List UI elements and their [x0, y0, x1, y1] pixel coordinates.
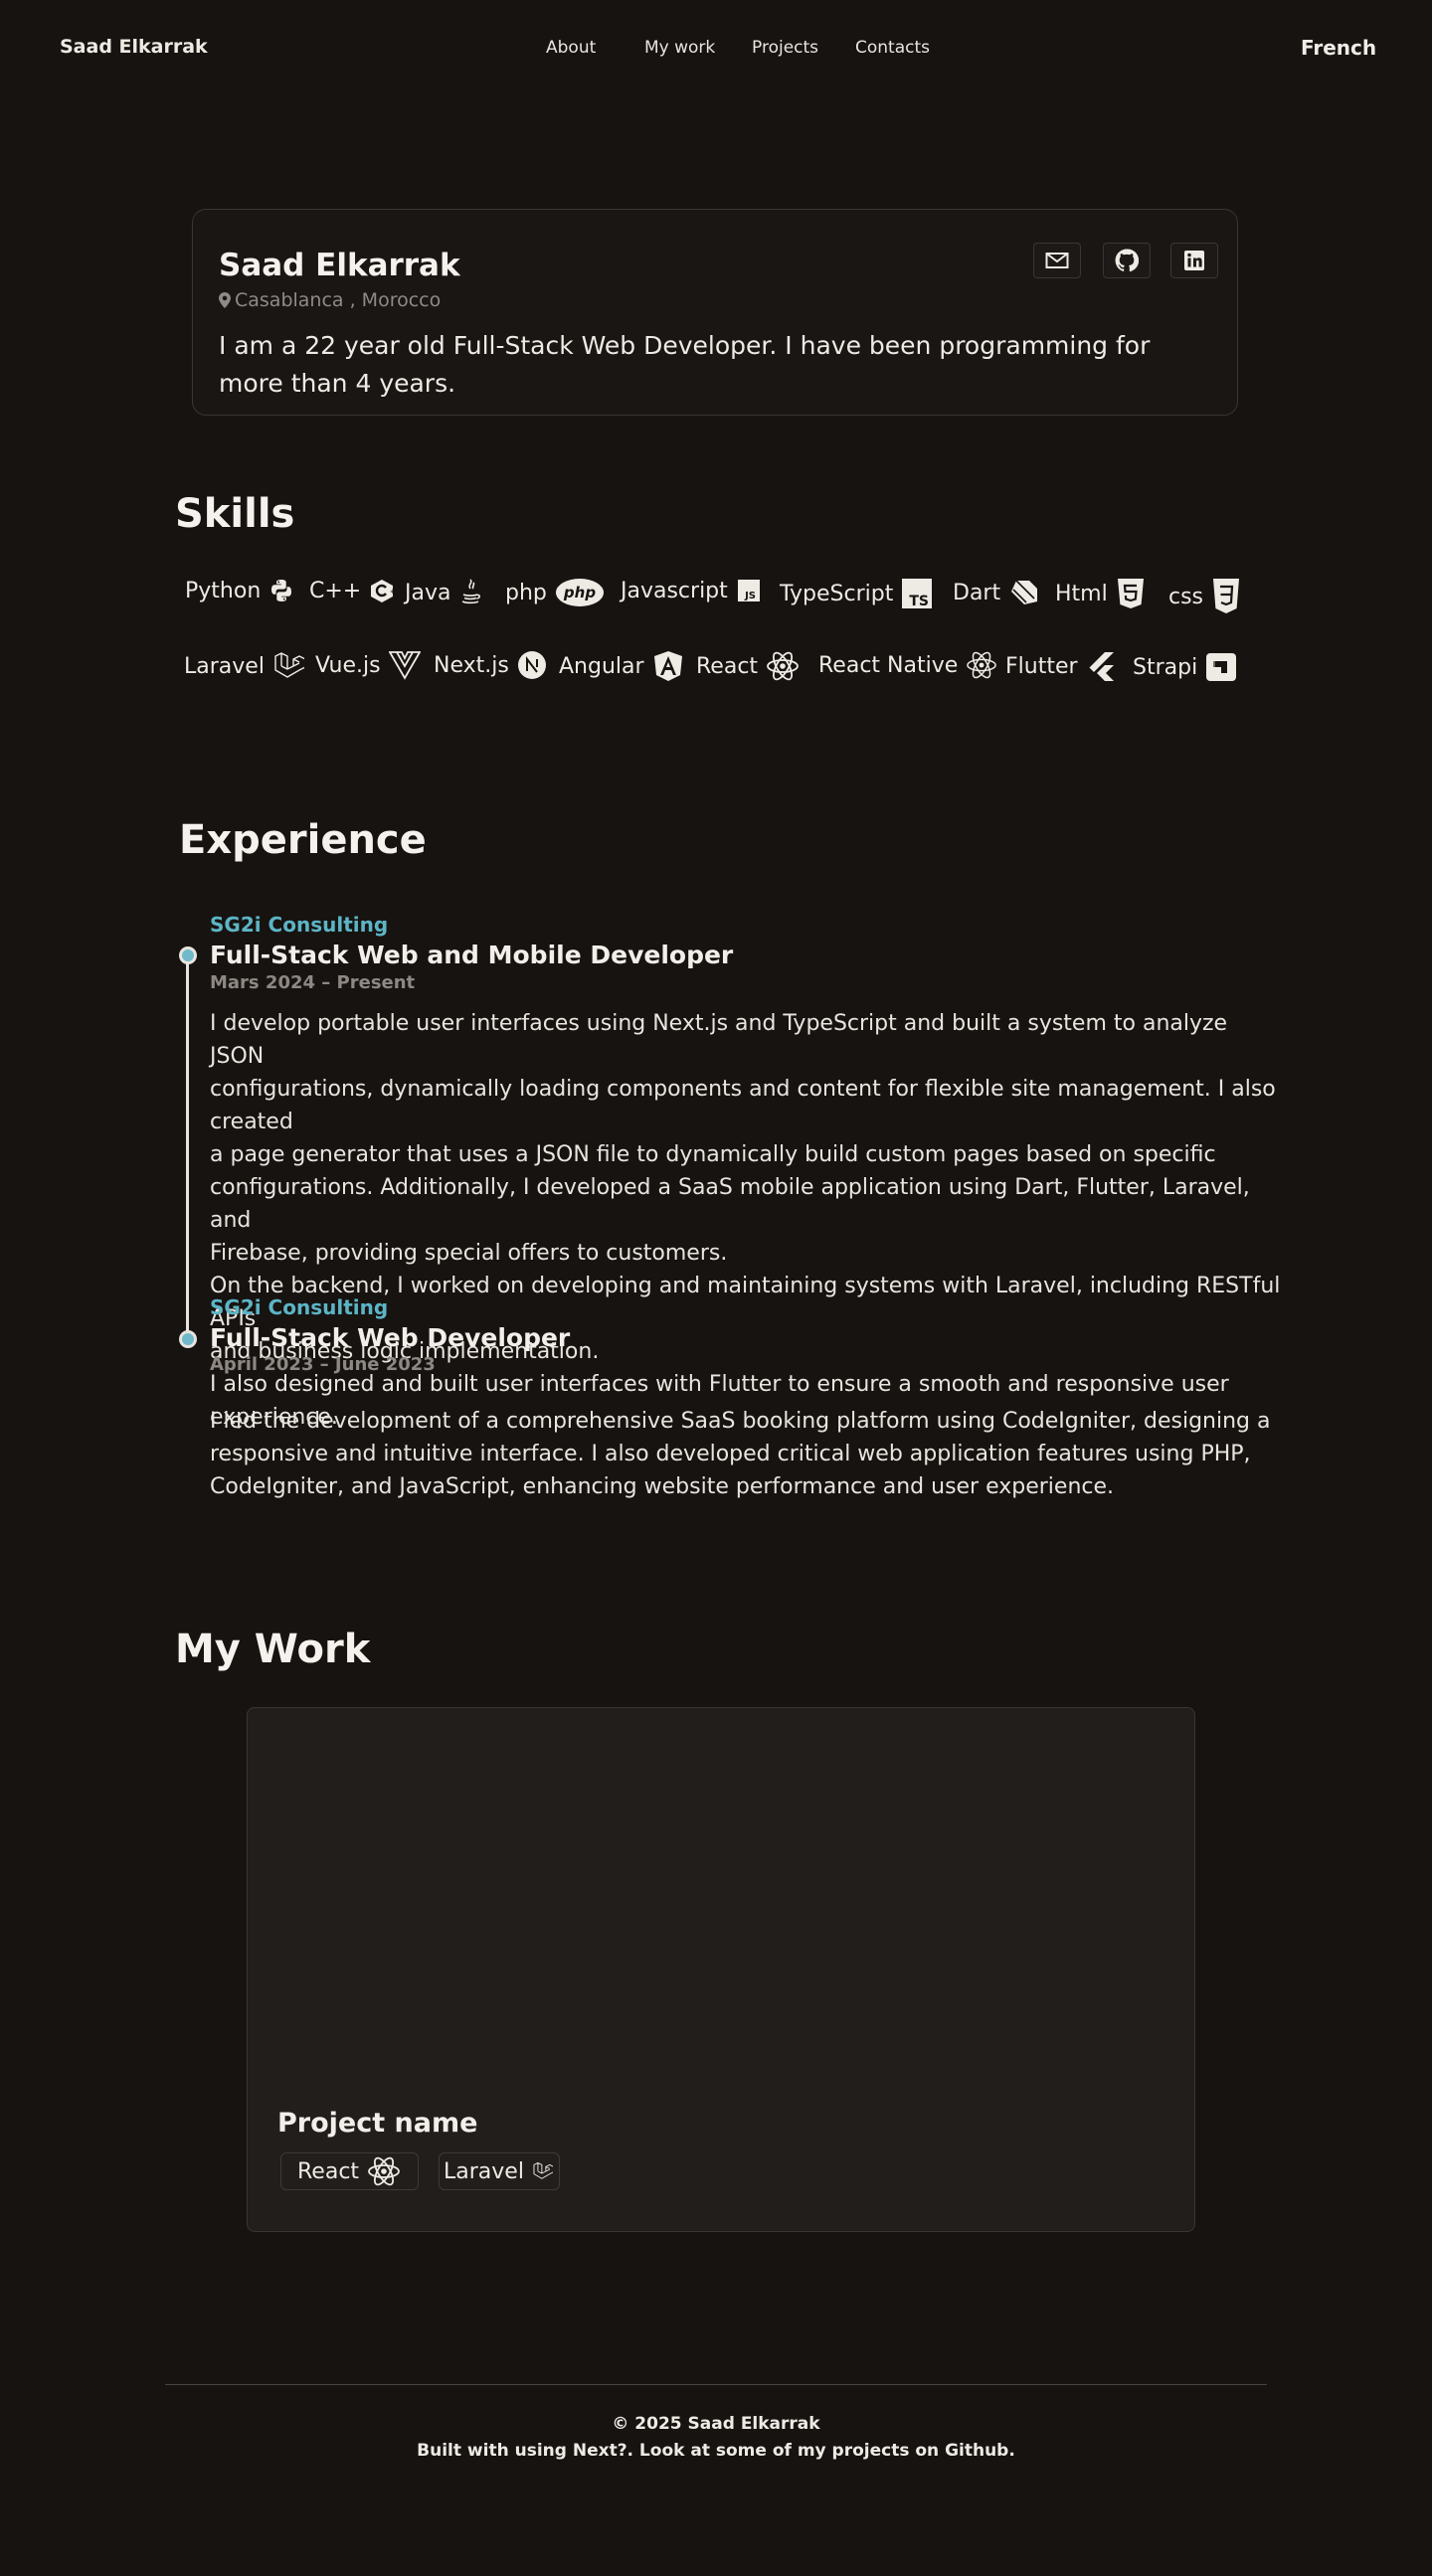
project-card[interactable]: Project name React Laravel	[247, 1707, 1195, 2232]
experience-title: Experience	[179, 817, 427, 863]
css3-icon	[1213, 579, 1240, 613]
skill-label: Java	[405, 580, 451, 605]
skill-label: Next.js	[434, 652, 509, 678]
linkedin-icon	[1184, 251, 1204, 270]
project-tag-react: React	[280, 2152, 419, 2190]
laravel-icon	[274, 652, 304, 678]
javascript-icon: JS	[737, 580, 760, 601]
skill-flutter: Flutter	[1005, 650, 1118, 682]
angular-icon	[653, 651, 682, 681]
nav-link-about[interactable]: About	[546, 38, 596, 58]
footer-copyright: © 2025 Saad Elkarrak	[612, 2414, 820, 2434]
html5-icon	[1117, 579, 1144, 608]
skill-label: Javascript	[621, 578, 728, 603]
typescript-icon: TS	[902, 579, 933, 609]
skill-label: Angular	[559, 653, 644, 679]
location-pin-icon	[219, 292, 231, 308]
python-icon	[271, 580, 292, 601]
skill-angular: Angular	[559, 650, 684, 682]
php-icon: php	[555, 579, 604, 606]
skill-strapi: Strapi	[1133, 652, 1237, 682]
svg-text:php: php	[563, 584, 596, 601]
nav-link-projects[interactable]: Projects	[752, 38, 818, 58]
experience-dates: Mars 2024 – Present	[210, 972, 416, 993]
tag-label: React	[297, 2158, 360, 2184]
profile-name: Saad Elkarrak	[219, 248, 460, 283]
skill-label: Python	[185, 578, 262, 603]
skill-java: Java	[405, 578, 482, 607]
react-icon	[368, 2156, 400, 2186]
dart-icon	[1011, 580, 1038, 604]
experience-company: SG2i Consulting	[210, 1295, 389, 1319]
skill-label: Vue.js	[315, 652, 381, 678]
experience-role: Full-Stack Web and Mobile Developer	[210, 941, 734, 969]
footer-divider	[165, 2384, 1267, 2385]
skill-react-native: React Native	[818, 650, 997, 680]
react-icon	[767, 651, 799, 681]
mail-button[interactable]	[1033, 243, 1081, 278]
brand-logo[interactable]: Saad Elkarrak	[60, 36, 208, 58]
skill-php: php php	[505, 578, 605, 607]
nextjs-icon	[517, 651, 546, 679]
skill-label: Dart	[953, 580, 1001, 605]
project-name: Project name	[277, 2108, 478, 2139]
laravel-icon	[533, 2161, 553, 2179]
skill-label: C++	[309, 578, 362, 603]
vuejs-icon	[388, 651, 421, 680]
profile-location: Casablanca , Morocco	[219, 289, 441, 311]
cpp-icon: ++	[371, 580, 399, 602]
skill-dart: Dart	[953, 578, 1040, 607]
skill-css: css	[1168, 578, 1241, 615]
skills-title: Skills	[175, 491, 295, 537]
skill-typescript: TypeScript TS	[780, 578, 933, 609]
flutter-icon	[1089, 652, 1114, 681]
language-switch[interactable]: French	[1301, 36, 1376, 60]
footer-built-with: Built with using Next?. Look at some of …	[417, 2441, 1015, 2461]
my-work-title: My Work	[175, 1627, 371, 1672]
strapi-icon	[1206, 653, 1237, 681]
skill-label: TypeScript	[780, 581, 894, 606]
github-button[interactable]	[1103, 243, 1151, 278]
skill-label: Html	[1055, 581, 1108, 606]
skill-react: React	[696, 650, 800, 682]
skill-label: Laravel	[184, 653, 265, 679]
skill-label: React Native	[818, 652, 959, 678]
skill-label: React	[696, 653, 759, 679]
timeline-line	[186, 951, 189, 1339]
skill-label: Flutter	[1005, 653, 1078, 679]
profile-card: Saad Elkarrak Casablanca , Morocco I am …	[192, 209, 1238, 416]
skill-label: css	[1168, 584, 1204, 609]
nav-link-my-work[interactable]: My work	[644, 38, 715, 58]
profile-bio: I am a 22 year old Full-Stack Web Develo…	[219, 331, 1151, 398]
svg-text:++: ++	[390, 588, 399, 596]
svg-text:JS: JS	[744, 591, 756, 601]
experience-company: SG2i Consulting	[210, 913, 389, 937]
nav-link-contacts[interactable]: Contacts	[855, 38, 930, 58]
skill-javascript: Javascript JS	[621, 578, 762, 603]
github-icon	[1115, 249, 1139, 272]
svg-text:TS: TS	[910, 594, 930, 609]
timeline-dot	[179, 1330, 197, 1348]
skill-label: Strapi	[1133, 654, 1198, 680]
skill-vuejs: Vue.js	[315, 650, 421, 680]
skill-python: Python	[185, 578, 294, 603]
skill-laravel: Laravel	[184, 650, 304, 682]
skill-label: php	[505, 580, 547, 605]
skill-html: Html	[1055, 578, 1146, 609]
skill-cpp: C++ ++	[309, 578, 399, 603]
experience-description: I led the development of a comprehensive…	[210, 1409, 1271, 1499]
location-text: Casablanca , Morocco	[235, 289, 442, 311]
react-native-icon	[967, 651, 997, 679]
experience-dates: April 2023 – June 2023	[210, 1354, 436, 1375]
linkedin-button[interactable]	[1170, 243, 1218, 278]
project-tag-laravel: Laravel	[439, 2152, 560, 2190]
experience-role: Full-Stack Web Developer	[210, 1323, 571, 1352]
skill-nextjs: Next.js	[434, 650, 547, 680]
mail-icon	[1045, 253, 1069, 268]
timeline-dot	[179, 946, 197, 964]
tag-label: Laravel	[444, 2158, 524, 2184]
java-icon	[462, 579, 481, 604]
